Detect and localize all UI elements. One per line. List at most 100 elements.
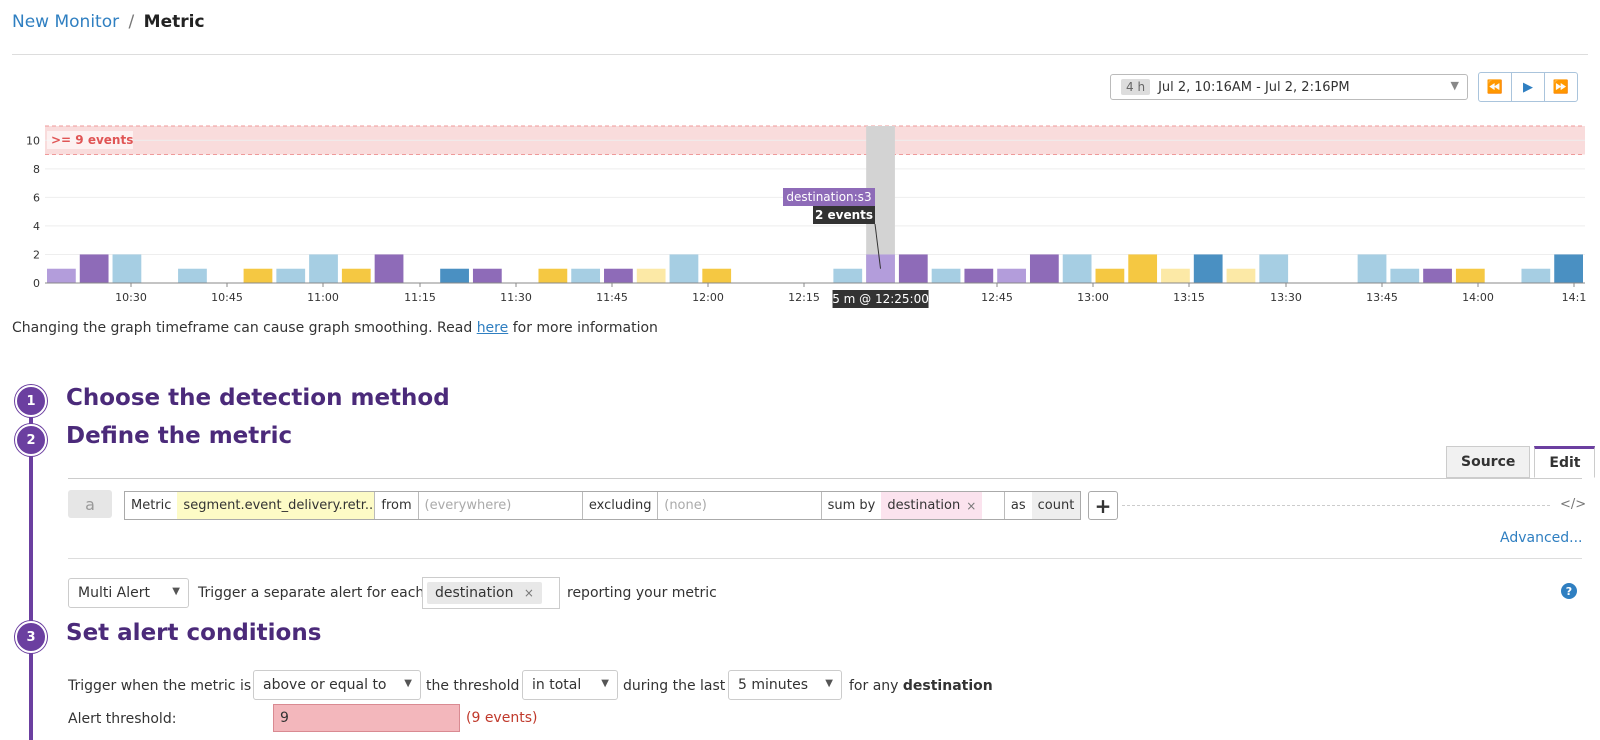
condition-prefix: Trigger when the metric is [68,678,252,694]
bar [538,268,568,283]
aggregation-select[interactable]: in total ▼ [522,670,618,700]
x-tick-label: 11:45 [596,291,628,304]
group-by-field[interactable]: destination × [422,577,560,609]
timeframe-select[interactable]: 4 h Jul 2, 10:16AM - Jul 2, 2:16PM ▼ [1110,74,1468,100]
remove-icon[interactable]: × [966,499,976,513]
tab-edit[interactable]: Edit [1534,446,1596,478]
bar [997,268,1026,283]
breadcrumb-separator: / [128,12,135,32]
hint-text-after: for more information [508,320,658,336]
query-tabs: Source Edit [1446,446,1596,478]
x-tick-label: 13:00 [1077,291,1109,304]
bar [1521,268,1551,283]
query-divider [68,558,1582,559]
alert-threshold-label: Alert threshold: [68,711,177,727]
y-tick-label: 2 [33,248,40,261]
x-tick-label: 12:15 [788,291,820,304]
aggregation-field[interactable]: count [1031,492,1080,519]
bar [571,268,601,283]
step-2-title[interactable]: Define the metric [66,423,292,449]
sum-by-label: sum by [827,498,876,513]
x-tick-label: 13:15 [1173,291,1205,304]
bar [276,268,306,283]
help-icon[interactable]: ? [1561,583,1577,599]
group-tag-label: destination [435,585,514,601]
step-3-badge: 3 [15,621,47,653]
group-name: destination [902,678,993,694]
breadcrumb-parent-link[interactable]: New Monitor [12,12,119,32]
step-1-badge: 1 [15,385,47,417]
as-label: as [1010,498,1026,513]
remove-icon[interactable]: × [524,586,534,600]
chevron-down-icon: ▼ [404,678,412,689]
x-tick-label: 11:00 [307,291,339,304]
y-tick-label: 8 [33,163,40,176]
step-1-title[interactable]: Choose the detection method [66,385,450,411]
graph-hint: Changing the graph timeframe can cause g… [12,320,658,336]
bar [79,254,109,283]
for-any-text: for any [849,678,899,694]
query-label: a [68,490,112,518]
bar [309,254,338,283]
bar [341,268,371,283]
rewind-icon: ⏪ [1486,79,1504,95]
aggregation-value: in total [532,677,582,693]
metric-name-field[interactable]: segment.event_delivery.retr... [177,492,375,519]
timeframe-range: Jul 2, 10:16AM - Jul 2, 2:16PM [1158,79,1350,95]
alert-threshold-input[interactable] [273,704,460,732]
excluding-field[interactable]: (none) [664,498,707,513]
y-tick-label: 6 [33,191,40,204]
sum-by-tag[interactable]: destination × [881,492,983,519]
hint-link[interactable]: here [477,320,509,336]
bar [604,268,633,283]
comparator-select[interactable]: above or equal to ▼ [253,670,421,700]
tooltip-time: 5 m @ 12:25:00 [832,292,929,306]
x-tick-label: 12:45 [981,291,1013,304]
bar [636,268,666,283]
rewind-button[interactable]: ⏪ [1478,72,1512,102]
group-tag[interactable]: destination × [427,582,542,604]
bar [1554,254,1583,283]
bar [1161,268,1190,283]
chevron-down-icon: ▼ [601,678,609,689]
play-button[interactable]: ▶ [1511,72,1545,102]
from-label: from [381,498,412,513]
bar [833,268,863,283]
x-tick-label: 10:45 [211,291,243,304]
multi-alert-text: Trigger a separate alert for each [198,585,425,601]
y-tick-label: 4 [33,220,40,233]
multi-alert-select[interactable]: Multi Alert ▼ [68,578,189,608]
excluding-label: excluding [588,498,652,513]
play-icon: ▶ [1523,79,1533,95]
tabs-divider [68,478,1582,479]
page-title: Metric [143,12,205,32]
advanced-link[interactable]: Advanced... [1500,530,1583,546]
x-tick-label: 14:00 [1462,291,1494,304]
from-field[interactable]: (everywhere) [425,498,512,513]
bar [1226,268,1256,283]
metric-label: Metric [131,498,172,513]
code-icon[interactable]: </> [1560,497,1586,512]
tab-source[interactable]: Source [1446,446,1531,478]
multi-alert-suffix: reporting your metric [567,585,717,601]
window-select[interactable]: 5 minutes ▼ [728,670,842,700]
threshold-label: >= 9 events [51,133,133,147]
forward-icon: ⏩ [1552,79,1570,95]
metric-graph[interactable]: 0 2 4 6 8 10 10:30 10:45 11:00 11:15 11:30 11:45 12:… [0,118,1600,318]
bar [374,254,404,283]
alert-threshold-note: (9 events) [466,710,538,726]
bar [47,268,76,283]
step-3-title[interactable]: Set alert conditions [66,620,321,646]
bar [1423,268,1452,283]
bar [1095,268,1125,283]
condition-window-text: during the last [623,678,726,694]
query-editor: Metric segment.event_delivery.retr... fr… [124,491,1081,520]
x-tick-label: 12:00 [692,291,724,304]
bar [1029,254,1059,283]
add-query-button[interactable]: + [1088,491,1118,520]
forward-button[interactable]: ⏩ [1544,72,1578,102]
bar [243,268,273,283]
bar [1193,254,1223,283]
bar [440,268,469,283]
bar [669,254,699,283]
